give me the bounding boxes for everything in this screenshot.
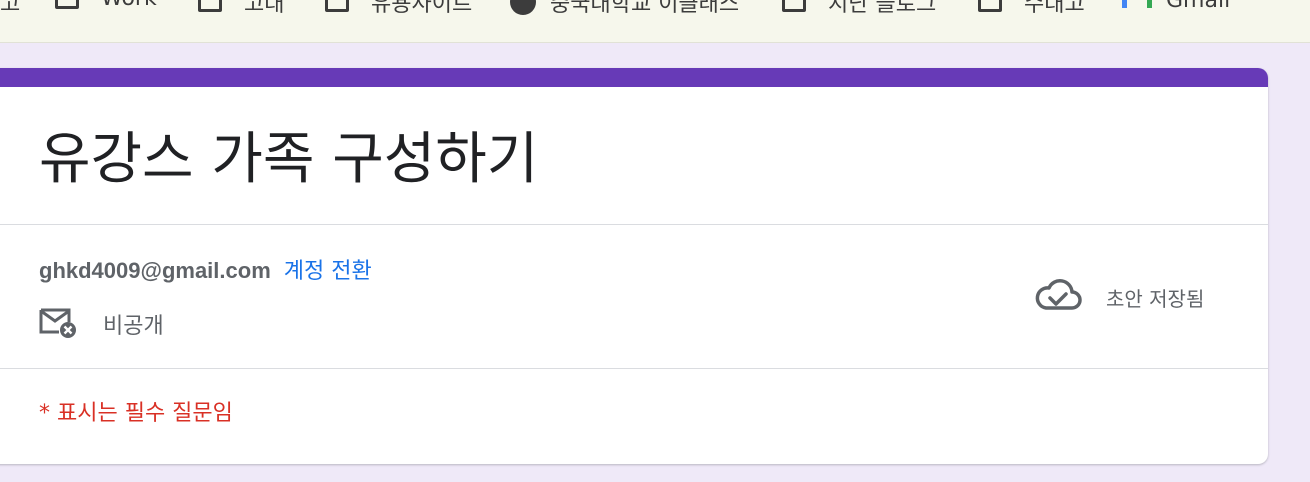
folder-icon [325,0,349,12]
globe-icon [510,0,536,15]
bookmark-label: Gmail [1166,0,1231,13]
bookmark-label: 고 [0,0,21,17]
bookmark-label: 고대 [244,0,285,17]
form-header-card: 유강스 가족 구성하기 ghkd4009@gmail.com 계정 전환 비공개… [0,68,1268,464]
visibility-label: 비공개 [103,314,164,339]
bookmark-label: 중국대학교 이클래스 [550,0,740,17]
cloud-done-icon [1034,278,1082,316]
bookmark-item[interactable]: 중국대학교 이클래스 [510,0,739,18]
bookmark-label: 수대고 [1024,0,1085,17]
divider [0,224,1268,225]
folder-icon [782,0,806,12]
bookmark-item[interactable]: 고 [0,0,20,18]
bookmark-item[interactable]: Gmail [1122,0,1230,14]
bookmark-item[interactable]: 수대고 [978,0,1085,18]
account-email: ghkd4009@gmail.com [39,258,271,283]
save-status-label: 초안 저장됨 [1106,286,1205,311]
gmail-icon [1122,0,1152,14]
form-accent-bar [0,68,1268,87]
account-row: ghkd4009@gmail.com 계정 전환 [39,253,372,285]
folder-icon [55,0,79,9]
bookmark-item[interactable]: 고대 [198,0,284,18]
bookmark-item[interactable]: 지난 블로그 [782,0,936,18]
bookmark-label: 지난 블로그 [828,0,937,17]
folder-icon [198,0,222,12]
form-title: 유강스 가족 구성하기 [39,127,539,192]
bookmark-label: 유용사이트 [371,0,473,17]
switch-account-link[interactable]: 계정 전환 [284,259,372,284]
bookmark-item[interactable]: Work [55,0,157,11]
folder-icon [978,0,1002,12]
divider [0,368,1268,369]
bookmark-item[interactable]: 유용사이트 [325,0,472,18]
bookmark-label: Work [101,0,157,11]
bookmarks-bar: 고 Work 고대 유용사이트 중국대학교 이클래스 지난 블로그 수대고 Gm [0,0,1310,43]
save-status: 초안 저장됨 [1034,278,1204,316]
mail-private-icon [39,306,77,342]
required-notice: * 표시는 필수 질문임 [39,401,233,426]
visibility-row: 비공개 [39,306,164,342]
